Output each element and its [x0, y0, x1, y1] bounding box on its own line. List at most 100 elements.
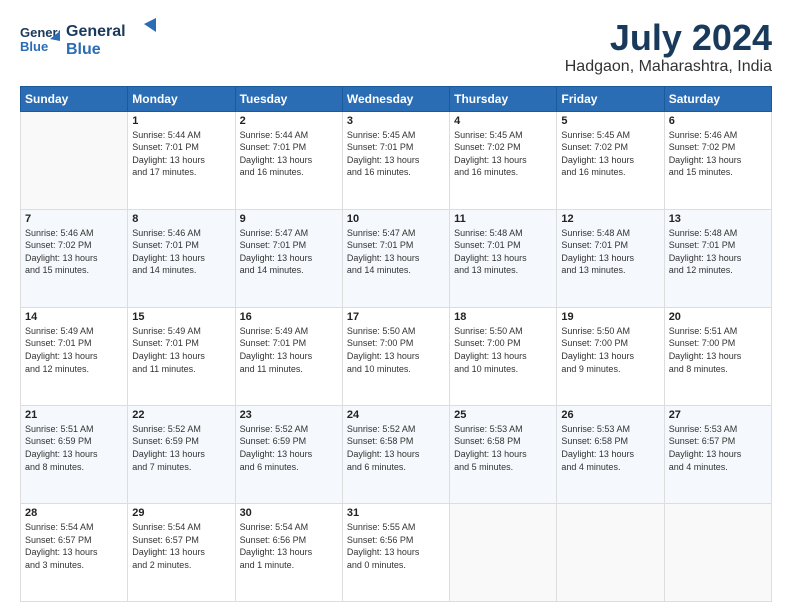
table-row: 3 Sunrise: 5:45 AMSunset: 7:01 PMDaylight…: [342, 111, 449, 209]
table-row: 24 Sunrise: 5:52 AMSunset: 6:58 PMDayligh…: [342, 405, 449, 503]
day-number: 6: [669, 115, 767, 127]
day-info: Sunrise: 5:46 AMSunset: 7:02 PMDaylight:…: [669, 129, 767, 179]
day-info: Sunrise: 5:49 AMSunset: 7:01 PMDaylight:…: [25, 325, 123, 375]
table-row: 19 Sunrise: 5:50 AMSunset: 7:00 PMDayligh…: [557, 307, 664, 405]
day-number: 13: [669, 213, 767, 225]
col-monday: Monday: [128, 86, 235, 111]
table-row: 17 Sunrise: 5:50 AMSunset: 7:00 PMDayligh…: [342, 307, 449, 405]
table-row: 8Sunrise: 5:46 AMSunset: 7:01 PMDaylight…: [128, 209, 235, 307]
table-row: 26Sunrise: 5:53 AMSunset: 6:58 PMDayligh…: [557, 405, 664, 503]
day-info: Sunrise: 5:49 AMSunset: 7:01 PMDaylight:…: [132, 325, 230, 375]
day-info: Sunrise: 5:44 AMSunset: 7:01 PMDaylight:…: [240, 129, 338, 179]
table-row: 4 Sunrise: 5:45 AMSunset: 7:02 PMDaylight…: [450, 111, 557, 209]
table-row: 15 Sunrise: 5:49 AMSunset: 7:01 PMDayligh…: [128, 307, 235, 405]
day-number: 4: [454, 115, 552, 127]
table-row: 16Sunrise: 5:49 AMSunset: 7:01 PMDayligh…: [235, 307, 342, 405]
table-row: 29 Sunrise: 5:54 AMSunset: 6:57 PMDayligh…: [128, 503, 235, 601]
table-row: 7 Sunrise: 5:46 AMSunset: 7:02 PMDaylight…: [21, 209, 128, 307]
day-info: Sunrise: 5:55 AMSunset: 6:56 PMDaylight:…: [347, 521, 445, 571]
svg-text:Blue: Blue: [20, 39, 48, 54]
day-number: 31: [347, 507, 445, 519]
day-number: 30: [240, 507, 338, 519]
table-row: 5Sunrise: 5:45 AMSunset: 7:02 PMDaylight…: [557, 111, 664, 209]
day-number: 7: [25, 213, 123, 225]
table-row: 10 Sunrise: 5:47 AMSunset: 7:01 PMDayligh…: [342, 209, 449, 307]
table-row: [450, 503, 557, 601]
day-info: Sunrise: 5:54 AMSunset: 6:57 PMDaylight:…: [25, 521, 123, 571]
day-number: 21: [25, 409, 123, 421]
day-info: Sunrise: 5:48 AMSunset: 7:01 PMDaylight:…: [669, 227, 767, 277]
day-number: 27: [669, 409, 767, 421]
header: General Blue General Blue July 2024 Hadg…: [20, 18, 772, 76]
day-number: 17: [347, 311, 445, 323]
title-area: July 2024 Hadgaon, Maharashtra, India: [565, 18, 772, 76]
day-number: 20: [669, 311, 767, 323]
table-row: 23Sunrise: 5:52 AMSunset: 6:59 PMDayligh…: [235, 405, 342, 503]
day-info: Sunrise: 5:52 AMSunset: 6:59 PMDaylight:…: [132, 423, 230, 473]
day-number: 15: [132, 311, 230, 323]
day-info: Sunrise: 5:44 AMSunset: 7:01 PMDaylight:…: [132, 129, 230, 179]
day-info: Sunrise: 5:47 AMSunset: 7:01 PMDaylight:…: [347, 227, 445, 277]
day-info: Sunrise: 5:50 AMSunset: 7:00 PMDaylight:…: [347, 325, 445, 375]
table-row: 18 Sunrise: 5:50 AMSunset: 7:00 PMDayligh…: [450, 307, 557, 405]
day-info: Sunrise: 5:51 AMSunset: 6:59 PMDaylight:…: [25, 423, 123, 473]
day-number: 24: [347, 409, 445, 421]
col-saturday: Saturday: [664, 86, 771, 111]
logo-svg: General Blue: [66, 18, 156, 58]
month-title: July 2024: [565, 18, 772, 58]
col-wednesday: Wednesday: [342, 86, 449, 111]
day-number: 5: [561, 115, 659, 127]
day-number: 19: [561, 311, 659, 323]
table-row: 11 Sunrise: 5:48 AMSunset: 7:01 PMDayligh…: [450, 209, 557, 307]
table-row: 30 Sunrise: 5:54 AMSunset: 6:56 PMDayligh…: [235, 503, 342, 601]
calendar-week-row: 14 Sunrise: 5:49 AMSunset: 7:01 PMDayligh…: [21, 307, 772, 405]
day-info: Sunrise: 5:45 AMSunset: 7:02 PMDaylight:…: [454, 129, 552, 179]
day-info: Sunrise: 5:46 AMSunset: 7:01 PMDaylight:…: [132, 227, 230, 277]
day-info: Sunrise: 5:53 AMSunset: 6:57 PMDaylight:…: [669, 423, 767, 473]
table-row: 9 Sunrise: 5:47 AMSunset: 7:01 PMDaylight…: [235, 209, 342, 307]
day-number: 14: [25, 311, 123, 323]
day-info: Sunrise: 5:52 AMSunset: 6:58 PMDaylight:…: [347, 423, 445, 473]
day-info: Sunrise: 5:48 AMSunset: 7:01 PMDaylight:…: [454, 227, 552, 277]
table-row: [664, 503, 771, 601]
day-number: 3: [347, 115, 445, 127]
calendar-table: Sunday Monday Tuesday Wednesday Thursday…: [20, 86, 772, 602]
page: General Blue General Blue July 2024 Hadg…: [0, 0, 792, 612]
table-row: 22Sunrise: 5:52 AMSunset: 6:59 PMDayligh…: [128, 405, 235, 503]
day-number: 26: [561, 409, 659, 421]
table-row: [21, 111, 128, 209]
day-number: 10: [347, 213, 445, 225]
svg-text:General: General: [66, 23, 126, 40]
table-row: 13 Sunrise: 5:48 AMSunset: 7:01 PMDayligh…: [664, 209, 771, 307]
day-info: Sunrise: 5:45 AMSunset: 7:01 PMDaylight:…: [347, 129, 445, 179]
calendar-header-row: Sunday Monday Tuesday Wednesday Thursday…: [21, 86, 772, 111]
day-number: 12: [561, 213, 659, 225]
location: Hadgaon, Maharashtra, India: [565, 58, 772, 76]
day-info: Sunrise: 5:53 AMSunset: 6:58 PMDaylight:…: [454, 423, 552, 473]
day-number: 16: [240, 311, 338, 323]
day-number: 11: [454, 213, 552, 225]
day-info: Sunrise: 5:46 AMSunset: 7:02 PMDaylight:…: [25, 227, 123, 277]
day-info: Sunrise: 5:54 AMSunset: 6:56 PMDaylight:…: [240, 521, 338, 571]
day-info: Sunrise: 5:54 AMSunset: 6:57 PMDaylight:…: [132, 521, 230, 571]
day-info: Sunrise: 5:52 AMSunset: 6:59 PMDaylight:…: [240, 423, 338, 473]
calendar-week-row: 21 Sunrise: 5:51 AMSunset: 6:59 PMDayligh…: [21, 405, 772, 503]
table-row: 6 Sunrise: 5:46 AMSunset: 7:02 PMDaylight…: [664, 111, 771, 209]
day-info: Sunrise: 5:51 AMSunset: 7:00 PMDaylight:…: [669, 325, 767, 375]
table-row: 27 Sunrise: 5:53 AMSunset: 6:57 PMDayligh…: [664, 405, 771, 503]
day-number: 18: [454, 311, 552, 323]
day-number: 9: [240, 213, 338, 225]
day-number: 25: [454, 409, 552, 421]
table-row: 21 Sunrise: 5:51 AMSunset: 6:59 PMDayligh…: [21, 405, 128, 503]
table-row: 25 Sunrise: 5:53 AMSunset: 6:58 PMDayligh…: [450, 405, 557, 503]
col-friday: Friday: [557, 86, 664, 111]
day-number: 2: [240, 115, 338, 127]
day-info: Sunrise: 5:50 AMSunset: 7:00 PMDaylight:…: [454, 325, 552, 375]
day-number: 29: [132, 507, 230, 519]
calendar-week-row: 7 Sunrise: 5:46 AMSunset: 7:02 PMDaylight…: [21, 209, 772, 307]
day-number: 1: [132, 115, 230, 127]
day-info: Sunrise: 5:47 AMSunset: 7:01 PMDaylight:…: [240, 227, 338, 277]
calendar-week-row: 28Sunrise: 5:54 AMSunset: 6:57 PMDayligh…: [21, 503, 772, 601]
day-info: Sunrise: 5:50 AMSunset: 7:00 PMDaylight:…: [561, 325, 659, 375]
table-row: 31 Sunrise: 5:55 AMSunset: 6:56 PMDayligh…: [342, 503, 449, 601]
